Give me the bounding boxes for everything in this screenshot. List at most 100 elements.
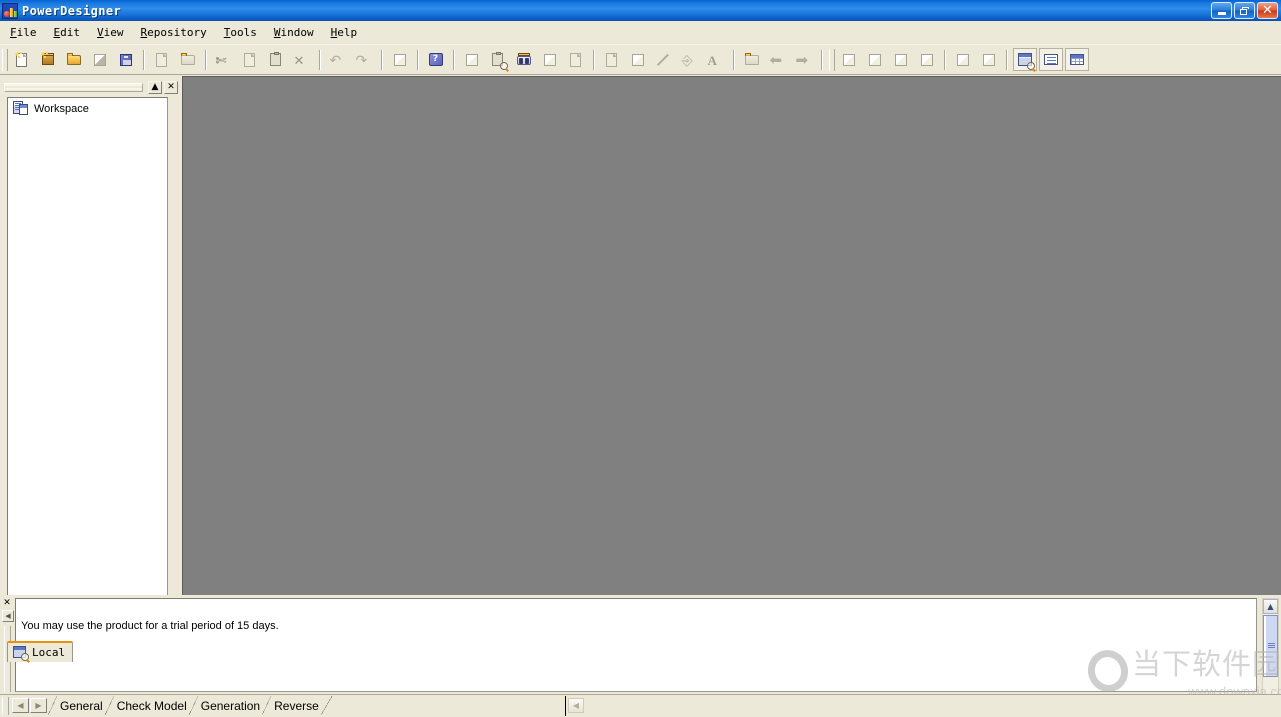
model-properties-button[interactable] bbox=[460, 48, 484, 71]
menu-window[interactable]: Window bbox=[267, 24, 321, 41]
output-tab-label: Check Model bbox=[116, 698, 187, 713]
output-tab-check-model[interactable]: Check Model bbox=[105, 696, 195, 715]
object-list-icon bbox=[542, 52, 559, 68]
cut-button[interactable]: ✄ bbox=[212, 48, 236, 71]
scroll-thumb[interactable] bbox=[1263, 615, 1278, 677]
output-tab-strip: ◀ ▶ General Check Model Generation Rever… bbox=[0, 694, 1281, 717]
output-scroll-left-button[interactable]: ◀ bbox=[2, 610, 14, 622]
forward-arrow-icon: ➡ bbox=[795, 50, 809, 69]
zoom-to-fit-button[interactable] bbox=[889, 48, 913, 71]
zoom-out-icon bbox=[867, 52, 884, 68]
menu-view[interactable]: View bbox=[90, 24, 131, 41]
tabstrip-grip[interactable] bbox=[2, 697, 9, 715]
browser-tab-local[interactable]: Local bbox=[7, 641, 74, 662]
browser-tree[interactable]: Workspace bbox=[7, 97, 168, 640]
menu-file[interactable]: File bbox=[3, 24, 44, 41]
menu-bar: File Edit View Repository Tools Window H… bbox=[0, 21, 1281, 44]
output-tab-label: General bbox=[60, 698, 103, 713]
output-tab-label: Reverse bbox=[274, 698, 319, 713]
model-properties-icon bbox=[464, 52, 481, 68]
properties-button[interactable] bbox=[388, 48, 412, 71]
hscroll-left-button[interactable]: ◀ bbox=[568, 698, 584, 713]
object-list-button[interactable] bbox=[538, 48, 562, 71]
back-button[interactable]: ⬅ bbox=[766, 48, 790, 71]
save-button[interactable] bbox=[88, 48, 112, 71]
toolbar-grip[interactable] bbox=[2, 48, 8, 71]
output-tab-label: Generation bbox=[200, 698, 261, 713]
tab-next-button[interactable]: ▶ bbox=[30, 698, 47, 713]
font-letter-a-icon: A bbox=[707, 52, 717, 68]
fill-color-button[interactable]: ⎆ bbox=[678, 48, 702, 71]
toolbar-grip[interactable] bbox=[829, 48, 835, 71]
help-button[interactable]: ? bbox=[424, 48, 448, 71]
package-icon bbox=[744, 52, 761, 68]
overview-button[interactable] bbox=[977, 48, 1001, 71]
forward-button[interactable]: ➡ bbox=[792, 48, 816, 71]
panel-close-button[interactable]: ✕ bbox=[164, 80, 178, 94]
output-close-button[interactable]: ✕ bbox=[1, 597, 13, 609]
restore-button[interactable] bbox=[1234, 2, 1255, 19]
zoom-out-button[interactable] bbox=[863, 48, 887, 71]
overview-icon bbox=[981, 52, 998, 68]
mdi-client-area[interactable] bbox=[182, 76, 1281, 595]
copy-button[interactable] bbox=[238, 48, 262, 71]
minimize-button[interactable] bbox=[1211, 2, 1232, 19]
clipboard-check-icon bbox=[490, 51, 508, 70]
toggle-output-button[interactable] bbox=[1039, 48, 1063, 71]
copy-icon bbox=[242, 52, 259, 68]
new-document-icon bbox=[14, 51, 31, 68]
tab-prev-button[interactable]: ◀ bbox=[12, 698, 29, 713]
font-button[interactable]: A bbox=[704, 48, 728, 71]
output-horizontal-scrollbar[interactable]: ◀ bbox=[565, 696, 1281, 716]
toolbar-separator bbox=[143, 49, 145, 70]
undo-arrow-icon: ↶ bbox=[329, 52, 342, 69]
paste-icon bbox=[268, 51, 285, 68]
new-model-button[interactable] bbox=[36, 48, 60, 71]
toolbar-separator bbox=[453, 49, 455, 70]
paste-button[interactable] bbox=[264, 48, 288, 71]
print-button[interactable] bbox=[176, 48, 200, 71]
new-document-button[interactable] bbox=[10, 48, 34, 71]
menu-tools[interactable]: Tools bbox=[217, 24, 264, 41]
preview-button[interactable] bbox=[951, 48, 975, 71]
toggle-result-button[interactable] bbox=[1065, 48, 1089, 71]
save-all-button[interactable] bbox=[114, 48, 138, 71]
symbol-format-button[interactable] bbox=[600, 48, 624, 71]
delete-button[interactable]: ✕ bbox=[290, 48, 314, 71]
print-preview-button[interactable] bbox=[150, 48, 174, 71]
zoom-fit-icon bbox=[893, 52, 910, 68]
undo-button[interactable]: ↶ bbox=[326, 48, 350, 71]
tree-item-workspace[interactable]: Workspace bbox=[8, 98, 167, 118]
output-tab-generation[interactable]: Generation bbox=[189, 696, 268, 715]
zoom-in-button[interactable] bbox=[837, 48, 861, 71]
toggle-browser-button[interactable] bbox=[1013, 48, 1037, 71]
zoom-normal-button[interactable] bbox=[915, 48, 939, 71]
symbol-shape-icon bbox=[604, 52, 621, 68]
open-package-button[interactable] bbox=[740, 48, 764, 71]
zoom-normal-icon bbox=[919, 52, 936, 68]
redo-button[interactable]: ↷ bbox=[352, 48, 376, 71]
title-bar: PowerDesigner ✕ bbox=[0, 0, 1281, 21]
tree-item-label: Workspace bbox=[34, 102, 89, 115]
toolbar-separator bbox=[417, 49, 419, 70]
output-tab-reverse[interactable]: Reverse bbox=[262, 696, 327, 715]
fill-style-button[interactable] bbox=[626, 48, 650, 71]
report-button[interactable] bbox=[564, 48, 588, 71]
line-style-button[interactable] bbox=[652, 48, 676, 71]
close-button[interactable]: ✕ bbox=[1257, 2, 1278, 19]
zoom-in-icon bbox=[841, 52, 858, 68]
scroll-up-button[interactable]: ▲ bbox=[1263, 599, 1278, 614]
open-button[interactable] bbox=[62, 48, 86, 71]
output-tab-general[interactable]: General bbox=[48, 696, 111, 715]
back-arrow-icon: ⬅ bbox=[769, 50, 783, 69]
menu-repository[interactable]: Repository bbox=[134, 24, 214, 41]
panel-drag-grip[interactable] bbox=[4, 82, 143, 92]
find-object-button[interactable] bbox=[512, 48, 536, 71]
panel-minimize-button[interactable]: ▲ bbox=[148, 80, 162, 94]
output-text-area[interactable]: You may use the product for a trial peri… bbox=[15, 598, 1257, 692]
check-model-button[interactable] bbox=[486, 48, 510, 71]
menu-help[interactable]: Help bbox=[324, 24, 365, 41]
menu-edit[interactable]: Edit bbox=[47, 24, 88, 41]
powerdesigner-logo-icon bbox=[2, 2, 18, 19]
output-tabs: General Check Model Generation Reverse bbox=[48, 695, 333, 717]
